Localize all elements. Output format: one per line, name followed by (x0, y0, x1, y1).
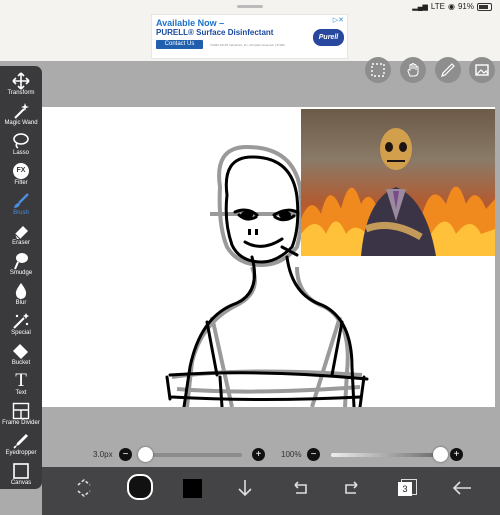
ad-subtitle: PURELL® Surface Disinfectant (156, 28, 274, 37)
tool-label: Brush (13, 210, 29, 216)
opacity-increase-button[interactable]: + (450, 448, 463, 461)
hand-icon[interactable] (400, 57, 426, 83)
eraser-icon (11, 222, 31, 240)
tool-label: Blur (15, 300, 27, 306)
ad-fine-print: ©2020 GOJO Industries, Inc. All rights r… (210, 43, 285, 47)
brush-size-knob[interactable] (137, 447, 153, 462)
tool-sidebar: Transform Magic Wand Lasso FX Filter Bru… (0, 66, 42, 489)
sparkle-wand-icon (11, 312, 31, 330)
network-label: LTE (430, 2, 445, 11)
move-arrows-icon (11, 72, 31, 90)
ad-banner-area: Available Now – PURELL® Surface Disinfec… (0, 14, 500, 61)
tool-label: Smudge (9, 270, 33, 276)
image-icon[interactable] (469, 57, 495, 83)
smudge-icon (11, 252, 31, 270)
ad-contact-button[interactable]: Contact Us (156, 40, 203, 49)
selection-icon[interactable] (365, 57, 391, 83)
tool-eyedropper[interactable]: Eyedropper (0, 430, 42, 460)
arrow-down-icon[interactable] (234, 477, 256, 499)
tool-label: Canvas (10, 480, 32, 486)
color-swatch-icon[interactable] (127, 474, 153, 500)
brush-size-decrease-button[interactable]: − (119, 448, 132, 461)
tool-transform[interactable]: Transform (0, 70, 42, 100)
layer-count: 3 (398, 482, 412, 496)
tool-label: Text (15, 390, 27, 396)
ad-logo: Purell (313, 29, 344, 46)
redo-icon[interactable] (342, 477, 364, 499)
brush-size-increase-button[interactable]: + (252, 448, 265, 461)
tool-eraser[interactable]: Eraser (0, 220, 42, 250)
tool-label: Eraser (12, 240, 30, 246)
lasso-icon (11, 132, 31, 150)
drawing-canvas[interactable] (42, 107, 495, 407)
signal-bars-icon: ▂▄▆ (412, 3, 428, 11)
opacity-knob[interactable] (433, 447, 448, 462)
drop-icon (11, 282, 31, 300)
tool-canvas[interactable]: Canvas (0, 460, 42, 490)
tool-filter[interactable]: FX Filter (0, 160, 42, 190)
tool-label: Transform (7, 90, 35, 96)
tool-smudge[interactable]: Smudge (0, 250, 42, 280)
tool-label: Eyedropper (5, 450, 37, 456)
brush-size-label: 3.0px (93, 450, 113, 459)
fx-icon: FX (11, 162, 31, 180)
swap-transform-icon[interactable] (73, 477, 95, 499)
canvas-icon (11, 462, 31, 480)
ad-banner[interactable]: Available Now – PURELL® Surface Disinfec… (151, 14, 348, 59)
reference-picture (301, 128, 495, 256)
tool-label: Lasso (12, 150, 29, 156)
text-icon: T (15, 370, 27, 391)
tool-text[interactable]: T Text (0, 370, 42, 400)
bucket-icon (11, 342, 31, 360)
square-icon[interactable] (181, 477, 203, 499)
tool-brush[interactable]: Brush (0, 190, 42, 220)
battery-icon (477, 2, 492, 11)
frame-divider-icon (11, 402, 31, 420)
opacity-slider[interactable] (331, 453, 443, 457)
tool-frame-divider[interactable]: Frame Divider (0, 400, 42, 430)
layers-icon[interactable]: 3 (396, 477, 418, 499)
opacity-decrease-button[interactable]: − (307, 448, 320, 461)
ad-title: Available Now – (156, 18, 225, 28)
tool-label: Bucket (11, 360, 31, 366)
tool-magic-wand[interactable]: Magic Wand (0, 100, 42, 130)
battery-percent: 91% (457, 2, 474, 11)
back-arrow-icon[interactable] (451, 477, 473, 499)
status-bar: ▂▄▆ LTE ◉ 91% (0, 0, 500, 14)
eyedropper-icon (11, 432, 31, 450)
opacity-label: 100% (281, 450, 302, 459)
status-indicators: ▂▄▆ LTE ◉ 91% (412, 2, 492, 11)
tool-special[interactable]: Special (0, 310, 42, 340)
reference-image[interactable] (301, 109, 495, 256)
brush-size-slider[interactable] (143, 453, 242, 457)
brush-icon (11, 192, 31, 210)
bottom-toolbar: 3 (42, 467, 500, 515)
multitask-grabber[interactable] (237, 5, 263, 8)
magic-wand-icon (11, 102, 31, 120)
tool-label: Frame Divider (2, 420, 40, 426)
tool-bucket[interactable]: Bucket (0, 340, 42, 370)
tool-label: Special (11, 330, 31, 336)
pencil-icon[interactable] (435, 57, 461, 83)
undo-icon[interactable] (288, 477, 310, 499)
tool-label: Magic Wand (4, 120, 38, 126)
lock-rotation-icon: ◉ (448, 2, 455, 11)
tool-blur[interactable]: Blur (0, 280, 42, 310)
ad-choices-icon[interactable]: ▷✕ (333, 16, 344, 24)
tool-lasso[interactable]: Lasso (0, 130, 42, 160)
tool-label: Filter (14, 180, 28, 186)
